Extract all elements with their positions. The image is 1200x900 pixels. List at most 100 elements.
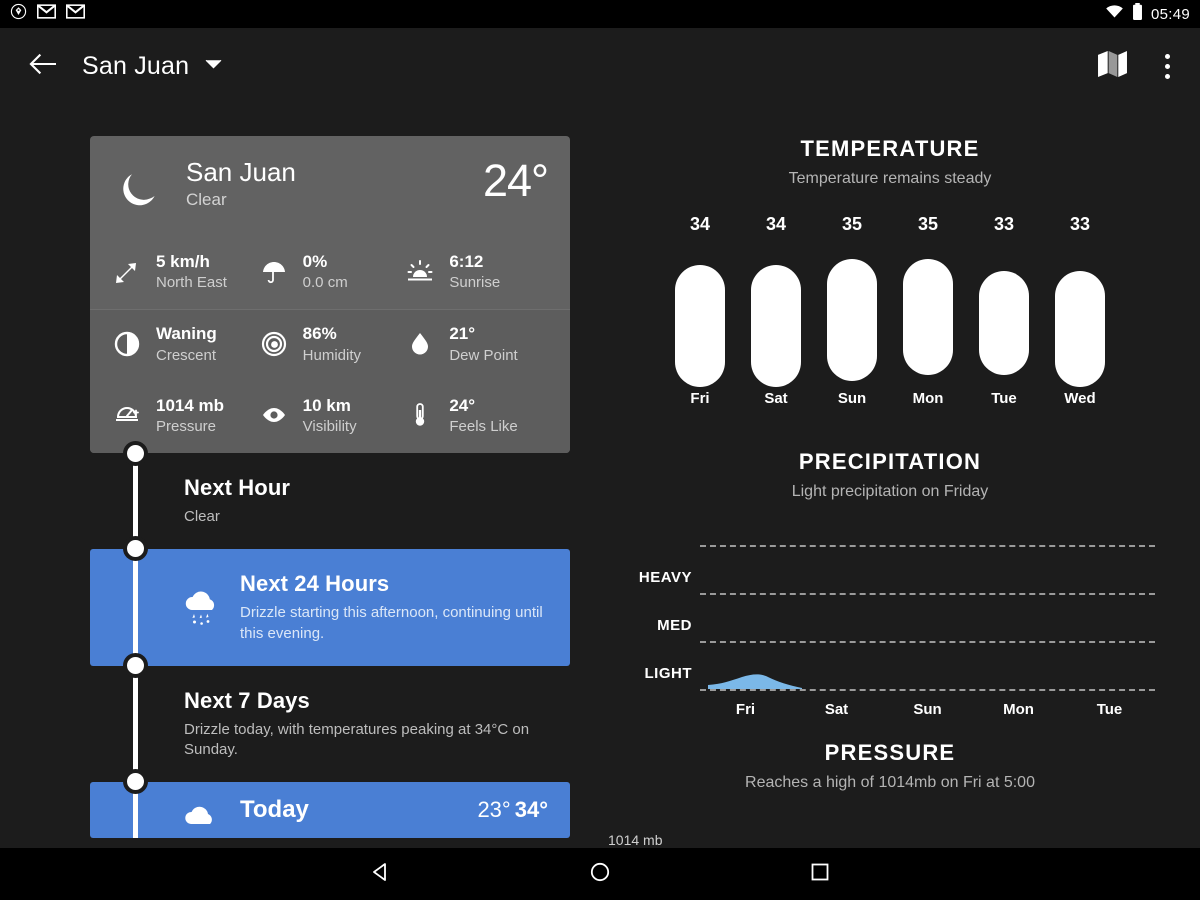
metric-moon-phase: Waning Crescent bbox=[110, 310, 257, 381]
overflow-menu-button[interactable] bbox=[1154, 48, 1180, 84]
metric-label: Sunrise bbox=[449, 274, 501, 292]
temp-bar-track bbox=[751, 240, 801, 388]
moon-icon bbox=[112, 162, 168, 218]
precip-day-label: Tue bbox=[1096, 701, 1123, 718]
temp-bar-track bbox=[1055, 240, 1105, 388]
precip-day-label: Sat bbox=[824, 701, 849, 718]
today-forecast-row[interactable]: Today 23° 34° bbox=[90, 782, 570, 839]
chevron-down-icon bbox=[205, 57, 222, 75]
temp-bar-track bbox=[903, 240, 953, 375]
temperature-bar-chart: 34 23 Fri 34 23 Sat 35 24 Sun 35 25 Mon 33 25 Tue 33 23 W… bbox=[600, 214, 1180, 407]
metric-feels-like: 24° Feels Like bbox=[403, 382, 550, 453]
metric-value: 6:12 bbox=[449, 252, 484, 271]
precip-day-label: Sun bbox=[913, 701, 942, 718]
precipitation-day-labels: Fri Sat Sun Mon Tue bbox=[700, 701, 1155, 718]
nav-recents-button[interactable] bbox=[796, 850, 844, 898]
metric-humidity: 86% Humidity bbox=[257, 310, 404, 381]
metric-value: 5 km/h bbox=[156, 252, 210, 271]
metric-value: 24° bbox=[449, 395, 476, 415]
page-title: San Juan bbox=[82, 51, 190, 80]
wifi-icon bbox=[1105, 4, 1124, 24]
temp-day-label: Wed bbox=[1064, 390, 1096, 407]
temperature-title: TEMPERATURE bbox=[800, 136, 980, 161]
pressure-title: PRESSURE bbox=[824, 740, 956, 765]
precip-row-heavy: HEAVY bbox=[600, 545, 1180, 593]
timeline-dot bbox=[123, 652, 148, 678]
timeline-subtitle: Drizzle starting this afternoon, continu… bbox=[240, 604, 543, 642]
card-condition: Clear bbox=[186, 190, 227, 210]
metric-label: Crescent bbox=[156, 346, 217, 364]
metric-label: Visibility bbox=[302, 418, 357, 436]
metrics-row-3: 1014 mb Pressure 10 km Visibility 24° Fe… bbox=[90, 381, 570, 454]
temp-bar-column: 34 23 Fri bbox=[675, 214, 725, 407]
nav-home-button[interactable] bbox=[576, 850, 624, 898]
metric-value: 21° bbox=[449, 324, 476, 344]
nav-back-button[interactable] bbox=[356, 850, 404, 898]
android-status-bar: 05:49 bbox=[0, 0, 1200, 28]
map-button[interactable] bbox=[1097, 50, 1128, 83]
battery-icon bbox=[1132, 3, 1143, 25]
back-arrow-icon bbox=[28, 53, 56, 80]
metric-label: Feels Like bbox=[449, 418, 518, 436]
metric-value: 0% bbox=[302, 252, 328, 271]
sunrise-icon bbox=[403, 255, 437, 289]
temp-bar-track bbox=[979, 240, 1029, 375]
gmail-icon bbox=[37, 4, 56, 24]
metric-label: Dew Point bbox=[449, 346, 518, 364]
metric-value: 1014 mb bbox=[156, 395, 225, 415]
temp-high-value: 35 bbox=[917, 214, 939, 234]
today-high: 34° bbox=[514, 797, 548, 823]
pressure-chart-clipped: 1014 mb bbox=[600, 810, 1180, 850]
cloud-icon bbox=[178, 792, 226, 838]
back-button[interactable] bbox=[20, 44, 64, 88]
android-nav-bar bbox=[0, 848, 1200, 900]
precipitation-chart: HEAVY MED LIGHT Fri Sat Sun Mon Tue bbox=[600, 531, 1180, 718]
temp-day-label: Tue bbox=[991, 390, 1017, 407]
temp-day-label: Mon bbox=[912, 390, 944, 407]
temp-bar-column: 33 25 Tue bbox=[979, 214, 1029, 407]
city-dropdown-button[interactable] bbox=[205, 57, 222, 75]
metric-label: Humidity bbox=[302, 346, 362, 364]
current-conditions-card[interactable]: San Juan Clear 24° 5 km/h North East 0% … bbox=[90, 136, 570, 454]
dot bbox=[1164, 73, 1170, 79]
circle-home-icon bbox=[589, 861, 611, 888]
temp-day-label: Sun bbox=[837, 390, 867, 407]
moon-phase-icon bbox=[110, 327, 144, 361]
gridline bbox=[700, 593, 1155, 595]
precip-axis-label: MED bbox=[657, 617, 692, 634]
timeline-dot bbox=[123, 441, 148, 467]
metric-wind: 5 km/h North East bbox=[110, 238, 257, 309]
status-clock: 05:49 bbox=[1150, 5, 1190, 23]
metric-label: 0.0 cm bbox=[302, 274, 348, 292]
temp-low-value: 23 bbox=[1069, 357, 1091, 377]
timeline-item-next-7-days[interactable]: Next 7 Days Drizzle today, with temperat… bbox=[90, 665, 570, 795]
timeline-item-next-hour[interactable]: Next Hour Clear bbox=[90, 441, 570, 562]
temp-bar-column: 35 24 Sun bbox=[827, 214, 877, 407]
status-system-icons: 05:49 bbox=[1105, 3, 1190, 25]
timeline-item-next-24-hours[interactable]: Next 24 Hours Drizzle starting this afte… bbox=[90, 549, 570, 678]
metrics-row-1: 5 km/h North East 0% 0.0 cm 6:12 Sunrise bbox=[90, 238, 570, 309]
pressure-section: PRESSURE Reaches a high of 1014mb on Fri… bbox=[600, 740, 1180, 850]
humidity-icon bbox=[257, 327, 291, 361]
precip-day-label: Mon bbox=[1003, 701, 1034, 718]
rain-cloud-icon bbox=[178, 584, 226, 632]
precip-axis-label: LIGHT bbox=[644, 665, 692, 682]
temp-low-value: 24 bbox=[841, 357, 863, 377]
weather-app-screen: 05:49 San Juan San Juan Clear 24° 5 km/h… bbox=[0, 0, 1200, 900]
temp-bar-column: 33 23 Wed bbox=[1055, 214, 1105, 407]
card-city-name: San Juan bbox=[186, 157, 296, 187]
temp-day-label: Sat bbox=[764, 390, 788, 407]
metrics-row-2: Waning Crescent 86% Humidity 21° Dew Poi… bbox=[90, 310, 570, 382]
gridline bbox=[700, 545, 1155, 547]
metric-visibility: 10 km Visibility bbox=[257, 382, 404, 453]
wind-arrow-icon bbox=[110, 255, 144, 289]
card-header: San Juan Clear 24° bbox=[90, 136, 570, 238]
precipitation-subtitle: Light precipitation on Friday bbox=[791, 483, 989, 500]
status-notification-icons bbox=[10, 3, 85, 25]
metric-dew-point: 21° Dew Point bbox=[403, 310, 550, 381]
dot bbox=[1164, 63, 1170, 69]
metric-precipitation: 0% 0.0 cm bbox=[257, 238, 404, 309]
precip-row-med: MED bbox=[600, 593, 1180, 641]
temp-bar-track bbox=[827, 240, 877, 382]
timeline-title: Next 7 Days bbox=[184, 687, 310, 713]
